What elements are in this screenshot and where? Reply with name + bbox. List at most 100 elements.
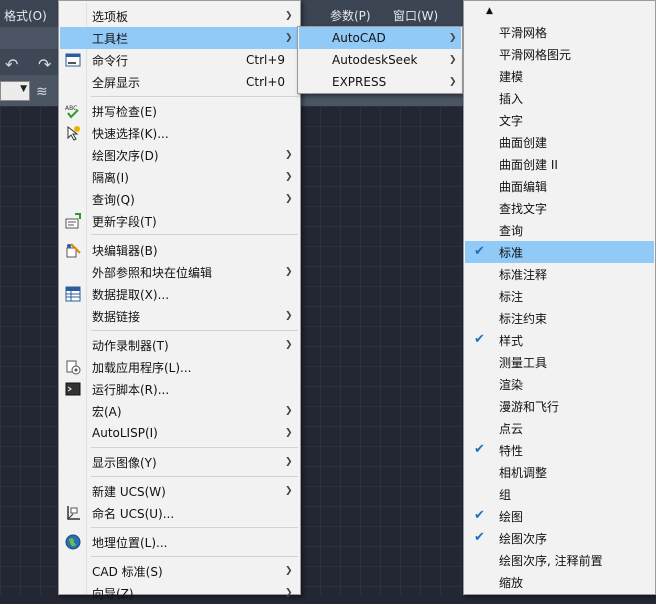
submenu-arrow-icon: ❯ <box>285 428 293 438</box>
menu-item-label: 绘图次序 <box>499 531 548 546</box>
toolbar-toggle-item[interactable]: 曲面编辑 <box>465 175 654 197</box>
autocad-toolbars-submenu: ▲ 平滑网格 平滑网格图元 建模 插入 文字 曲面创建 曲面创建 II 曲面编辑 查找文字 查询 ✔… <box>463 0 656 595</box>
toolbar-toggle-item[interactable]: 查找文字 <box>465 197 654 219</box>
toolbar-toggle-item[interactable]: 相机调整 <box>465 461 654 483</box>
toolbar-toggle-item[interactable]: 测量工具 <box>465 351 654 373</box>
scroll-up-icon[interactable]: ▲ <box>486 6 493 16</box>
toolbar-toggle-item[interactable]: 插入 <box>465 87 654 109</box>
menu-item-label: 动作录制器(T) <box>92 338 169 353</box>
menu-item-block-editor[interactable]: 块编辑器(B) <box>60 239 299 261</box>
menu-item-label: 组 <box>499 487 512 502</box>
toolbar-toggle-item[interactable]: 文字 <box>465 109 654 131</box>
menu-separator <box>91 447 298 448</box>
menu-item-label: 特性 <box>499 443 524 458</box>
menu-item-xref-in-place-edit[interactable]: 外部参照和块在位编辑 ❯ <box>60 261 299 283</box>
submenu-arrow-icon: ❯ <box>285 150 293 160</box>
toolbar-toggle-item[interactable]: 曲面创建 <box>465 131 654 153</box>
menu-item-label: 更新字段(T) <box>92 214 157 229</box>
toolbar-toggle-item[interactable]: 查询 <box>465 219 654 241</box>
menu-item-command-line[interactable]: 命令行 Ctrl+9 <box>60 49 299 71</box>
menu-item-label: 漫游和飞行 <box>499 399 560 414</box>
redo-icon[interactable]: ↷ <box>38 57 51 73</box>
menu-item-label: 标注 <box>499 289 524 304</box>
menu-item-named-ucs[interactable]: 命名 UCS(U)... <box>60 502 299 524</box>
toolbar-submenu: AutoCAD ❯ AutodeskSeek ❯ EXPRESS ❯ <box>297 26 463 94</box>
toolbar-toggle-item[interactable]: 平滑网格图元 <box>465 43 654 65</box>
toolbar-toggle-item[interactable]: 组 <box>465 483 654 505</box>
menu-item-label: 点云 <box>499 421 524 436</box>
menu-item-wizards[interactable]: 向导(Z) ❯ <box>60 582 299 604</box>
toolbar-toggle-item[interactable]: 标注约束 <box>465 307 654 329</box>
menu-parameters[interactable]: 参数(P) <box>330 7 371 24</box>
toolbar-toggle-item[interactable]: 标注 <box>465 285 654 307</box>
menu-item-autocad[interactable]: AutoCAD ❯ <box>299 27 461 49</box>
menu-item-display-image[interactable]: 显示图像(Y) ❯ <box>60 451 299 473</box>
menu-item-cad-standards[interactable]: CAD 标准(S) ❯ <box>60 560 299 582</box>
toolbar-toggle-item[interactable]: 点云 <box>465 417 654 439</box>
menu-item-data-extraction[interactable]: 数据提取(X)... <box>60 283 299 305</box>
toolbar-toggle-item[interactable]: 绘图次序, 注释前置 <box>465 549 654 571</box>
menu-item-clean-screen[interactable]: 全屏显示 Ctrl+0 <box>60 71 299 93</box>
menu-item-autodeskseek[interactable]: AutodeskSeek ❯ <box>299 49 461 71</box>
view-menu: 选项板 ❯ 工具栏 ❯ 命令行 Ctrl+9 全屏显示 Ctrl+0 ABC 拼写检查(E) 快速选… <box>58 0 301 601</box>
menu-format[interactable]: 格式(O) <box>4 7 47 24</box>
menu-item-label: 插入 <box>499 91 524 106</box>
menu-item-data-links[interactable]: 数据链接 ❯ <box>60 305 299 327</box>
submenu-arrow-icon: ❯ <box>449 77 457 87</box>
toolbar-toggle-item[interactable]: 平滑网格 <box>465 21 654 43</box>
menu-item-inquiry[interactable]: 查询(Q) ❯ <box>60 188 299 210</box>
menu-item-spell-check[interactable]: ABC 拼写检查(E) <box>60 100 299 122</box>
toolbar-toggle-item[interactable]: 曲面创建 II <box>465 153 654 175</box>
menu-item-express[interactable]: EXPRESS ❯ <box>299 71 461 93</box>
menu-item-quick-select[interactable]: 快速选择(K)... <box>60 122 299 144</box>
menu-item-label: 缩放 <box>499 575 524 590</box>
menu-item-label: 曲面创建 II <box>499 157 558 172</box>
toolbar-toggle-item[interactable]: 标准注释 <box>465 263 654 285</box>
toolbar-toggle-item[interactable]: ✔ 标准 <box>465 241 654 263</box>
submenu-arrow-icon: ❯ <box>449 33 457 43</box>
toolbar-toggle-item[interactable]: 缩放 <box>465 571 654 593</box>
menu-item-toolbars[interactable]: 工具栏 ❯ <box>60 27 299 49</box>
menu-separator <box>91 527 298 528</box>
menu-item-run-script[interactable]: 运行脚本(R)... <box>60 378 299 400</box>
menu-separator <box>91 476 298 477</box>
toolbar-toggle-item[interactable]: ✔ 特性 <box>465 439 654 461</box>
menu-item-label: 标准注释 <box>499 267 548 282</box>
submenu-arrow-icon: ❯ <box>285 33 293 43</box>
menu-item-label: 绘图次序(D) <box>92 148 159 163</box>
menu-item-shortcut: Ctrl+0 <box>246 75 286 89</box>
submenu-arrow-icon: ❯ <box>285 486 293 496</box>
menu-item-isolate[interactable]: 隔离(I) ❯ <box>60 166 299 188</box>
layer-combo[interactable]: ▼ <box>0 81 30 101</box>
toolbar-toggle-item[interactable]: 漫游和飞行 <box>465 395 654 417</box>
undo-icon[interactable]: ↶ <box>5 57 18 73</box>
menu-item-label: 标注约束 <box>499 311 548 326</box>
menu-item-label: 曲面创建 <box>499 135 548 150</box>
menu-item-load-application[interactable]: 加载应用程序(L)... <box>60 356 299 378</box>
menu-item-action-recorder[interactable]: 动作录制器(T) ❯ <box>60 334 299 356</box>
layer-icon[interactable]: ≋ <box>36 84 48 100</box>
command-line-icon <box>65 52 81 68</box>
checkmark-icon: ✔ <box>474 332 485 347</box>
submenu-arrow-icon: ❯ <box>285 11 293 21</box>
toolbar-toggle-item[interactable]: 建模 <box>465 65 654 87</box>
checkmark-icon: ✔ <box>474 244 485 259</box>
menu-item-macro[interactable]: 宏(A) ❯ <box>60 400 299 422</box>
menu-item-new-ucs[interactable]: 新建 UCS(W) ❯ <box>60 480 299 502</box>
toolbar-toggle-item[interactable]: ✔ 绘图 <box>465 505 654 527</box>
menu-item-autolisp[interactable]: AutoLISP(I) ❯ <box>60 422 299 444</box>
menu-item-palettes[interactable]: 选项板 ❯ <box>60 5 299 27</box>
submenu-arrow-icon: ❯ <box>285 311 293 321</box>
menu-separator <box>91 234 298 235</box>
submenu-arrow-icon: ❯ <box>449 55 457 65</box>
toolbar-toggle-item[interactable]: ✔ 样式 <box>465 329 654 351</box>
toolbar-toggle-item[interactable]: 渲染 <box>465 373 654 395</box>
menu-item-draw-order[interactable]: 绘图次序(D) ❯ <box>60 144 299 166</box>
checkmark-icon: ✔ <box>474 442 485 457</box>
menu-item-update-fields[interactable]: 更新字段(T) <box>60 210 299 232</box>
menu-item-geographic-location[interactable]: 地理位置(L)... <box>60 531 299 553</box>
checkmark-icon: ✔ <box>474 530 485 545</box>
menu-window[interactable]: 窗口(W) <box>393 7 438 24</box>
menu-item-label: 相机调整 <box>499 465 548 480</box>
toolbar-toggle-item[interactable]: ✔ 绘图次序 <box>465 527 654 549</box>
